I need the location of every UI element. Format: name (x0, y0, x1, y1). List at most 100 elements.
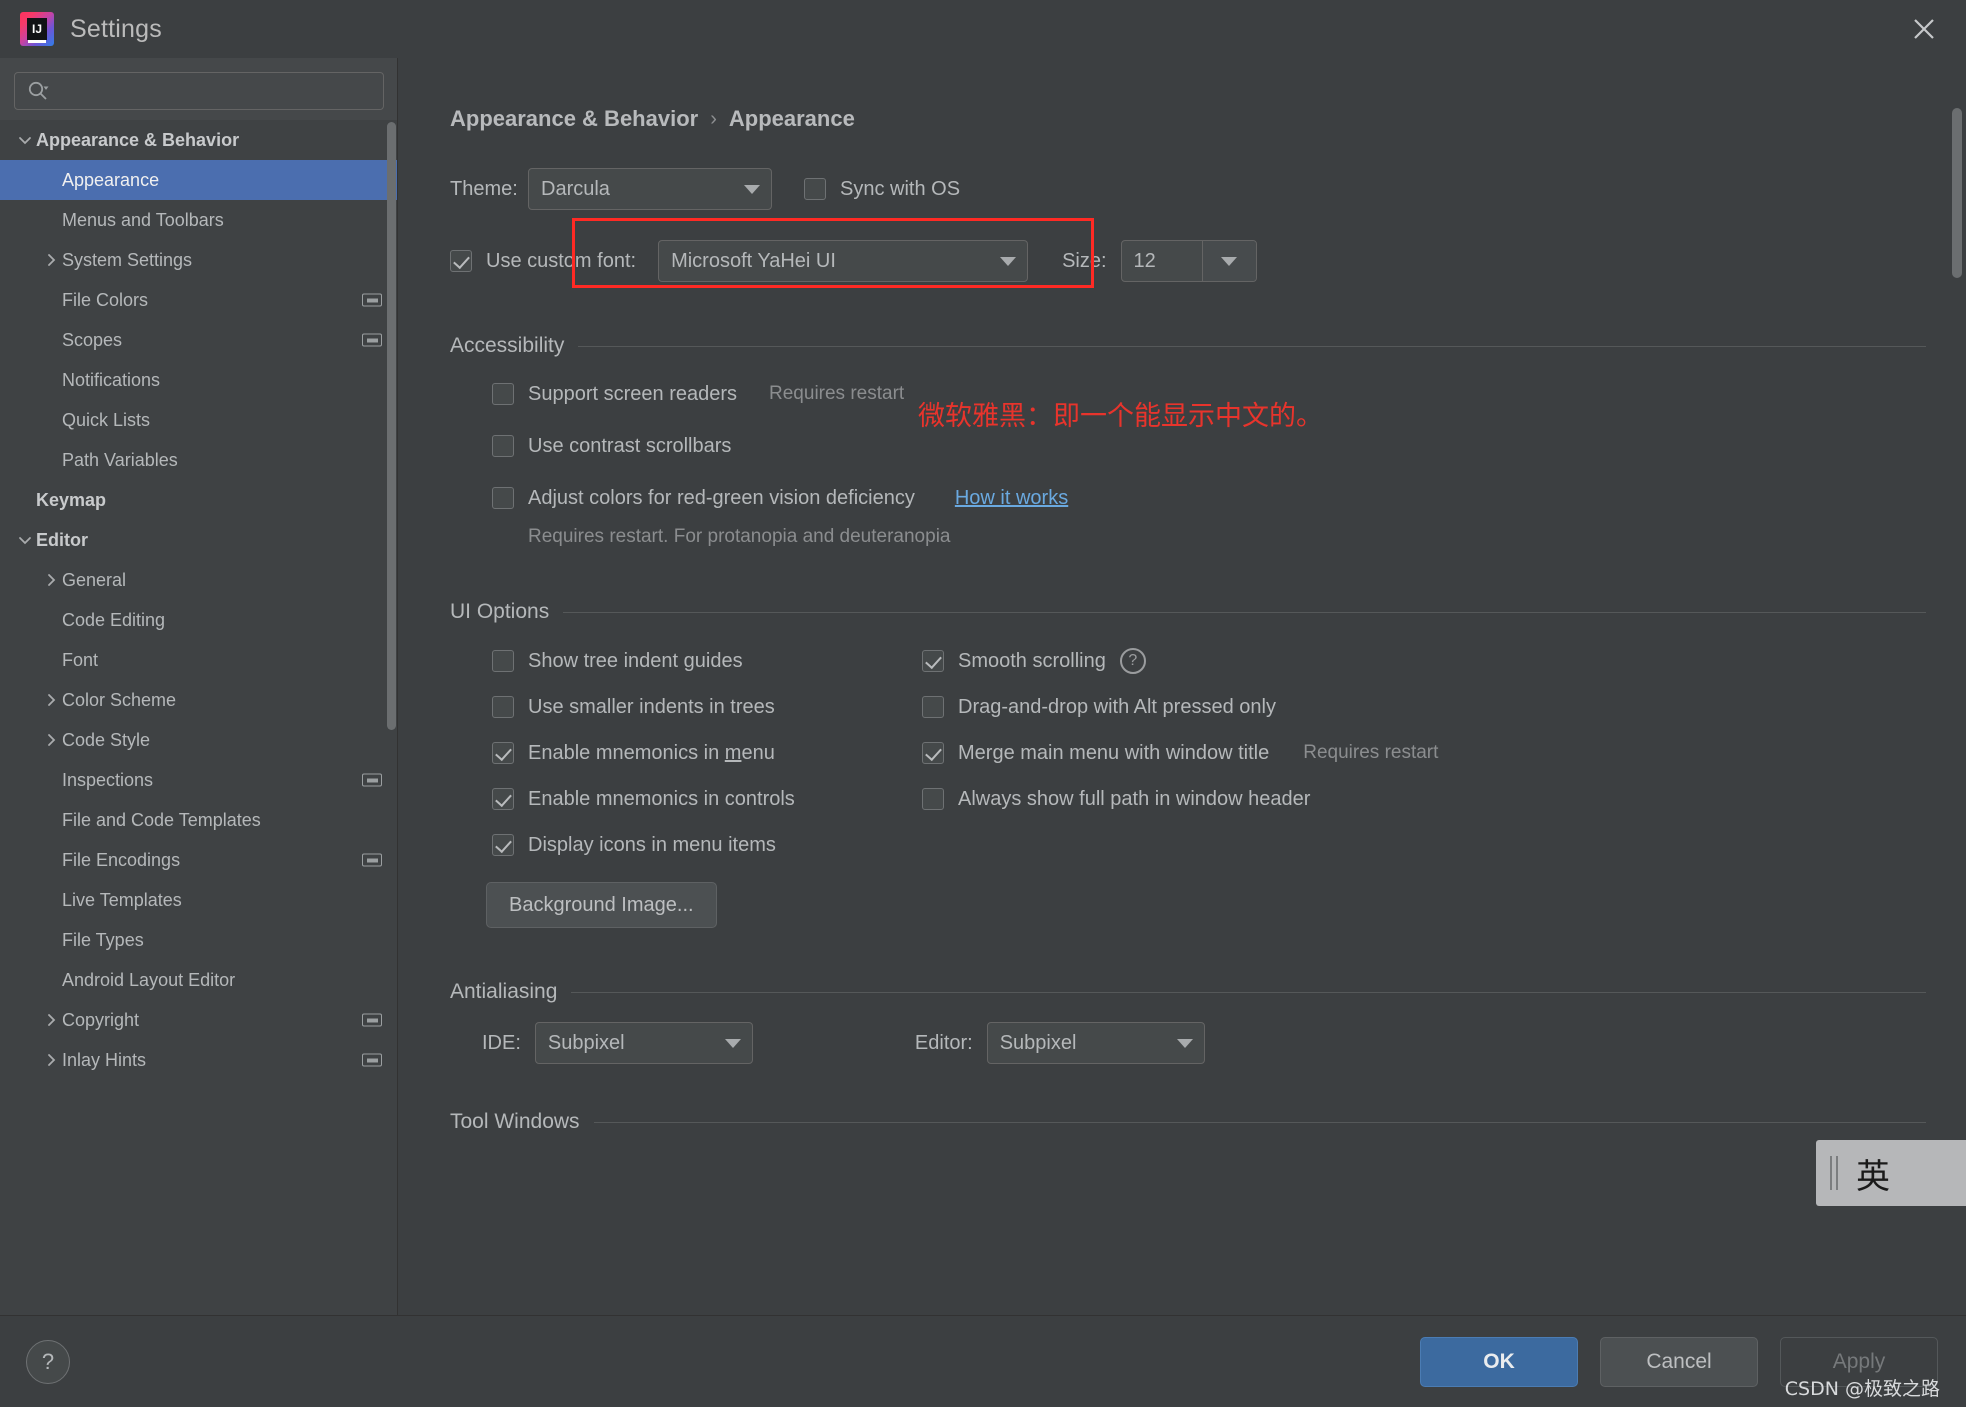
adjust-colors-row[interactable]: Adjust colors for red-green vision defic… (492, 472, 1926, 524)
use-custom-font-checkbox[interactable] (450, 250, 472, 272)
search-input[interactable] (49, 82, 375, 100)
enable-mnemonics-controls-checkbox[interactable] (492, 788, 514, 810)
sidebar-item-appearance-behavior[interactable]: Appearance & Behavior (0, 120, 398, 160)
chevron-right-icon[interactable] (40, 1012, 62, 1028)
custom-font-select[interactable]: Microsoft YaHei UI (658, 240, 1029, 282)
sidebar-item-system-settings[interactable]: System Settings (0, 240, 398, 280)
sidebar-item-label: General (62, 569, 127, 590)
support-screen-readers-checkbox[interactable] (492, 383, 514, 405)
sidebar-item-file-types[interactable]: File Types (0, 920, 398, 960)
drag-handle-icon[interactable] (1830, 1156, 1838, 1190)
watermark: CSDN @极致之路 (1784, 1378, 1940, 1400)
sidebar-item-android-layout-editor[interactable]: Android Layout Editor (0, 960, 398, 1000)
sync-with-os-row[interactable]: Sync with OS (804, 178, 960, 201)
ime-mode-label[interactable]: 英 (1856, 1149, 1890, 1198)
display-icons-menu-checkbox[interactable] (492, 834, 514, 856)
drag-and-drop-alt-checkbox[interactable] (922, 696, 944, 718)
ide-antialiasing-select[interactable]: Subpixel (534, 1022, 753, 1064)
enable-mnemonics-menu-checkbox[interactable] (492, 742, 514, 764)
enable-mnemonics-menu-row[interactable]: Enable mnemonics in menu (492, 730, 922, 776)
sidebar-scrollbar-thumb[interactable] (387, 122, 396, 730)
tool-windows-section-header: Tool Windows (450, 1110, 1926, 1134)
sidebar-item-color-scheme[interactable]: Color Scheme (0, 680, 398, 720)
adjust-colors-checkbox[interactable] (492, 487, 514, 509)
chevron-right-icon[interactable] (40, 732, 62, 748)
merge-main-menu-row[interactable]: Merge main menu with window title Requir… (922, 730, 1926, 776)
config-badge-icon (362, 1053, 382, 1067)
ime-language-bar[interactable]: 英 (1816, 1140, 1966, 1206)
theme-label: Theme: (450, 177, 518, 200)
sidebar-item-general[interactable]: General (0, 560, 398, 600)
sidebar-item-label: Notifications (62, 369, 161, 390)
sidebar-item-path-variables[interactable]: Path Variables (0, 440, 398, 480)
help-icon[interactable]: ? (26, 1339, 70, 1384)
how-it-works-link[interactable]: How it works (955, 487, 1068, 510)
dialog-body: Appearance & Behavior Appearance Menus and… (0, 58, 1966, 1315)
close-icon[interactable] (1904, 9, 1944, 49)
chevron-down-icon[interactable] (14, 132, 36, 148)
chevron-right-icon[interactable] (40, 692, 62, 708)
drag-and-drop-alt-row[interactable]: Drag-and-drop with Alt pressed only (922, 684, 1926, 730)
cancel-button[interactable]: Cancel (1600, 1336, 1758, 1387)
breadcrumb-root[interactable]: Appearance & Behavior (450, 106, 698, 132)
sidebar-item-label: Android Layout Editor (62, 969, 236, 990)
sidebar-item-menus-and-toolbars[interactable]: Menus and Toolbars (0, 200, 398, 240)
sidebar-item-file-and-code-templates[interactable]: File and Code Templates (0, 800, 398, 840)
sidebar-item-scopes[interactable]: Scopes (0, 320, 398, 360)
sidebar-item-code-style[interactable]: Code Style (0, 720, 398, 760)
chevron-down-icon[interactable] (14, 532, 36, 548)
breadcrumb-separator-icon: › (710, 107, 717, 130)
help-icon[interactable]: ? (1119, 648, 1146, 674)
background-image-button[interactable]: Background Image... (486, 882, 717, 928)
use-contrast-scrollbars-checkbox[interactable] (492, 435, 514, 457)
window-title: Settings (70, 14, 162, 43)
theme-select[interactable]: Darcula (528, 168, 772, 210)
ok-button[interactable]: OK (1420, 1336, 1578, 1387)
config-badge-icon (362, 1013, 382, 1027)
sidebar-item-keymap[interactable]: Keymap (0, 480, 398, 520)
sync-with-os-checkbox[interactable] (804, 178, 826, 200)
show-tree-indent-guides-checkbox[interactable] (492, 650, 514, 672)
chevron-down-icon[interactable] (1201, 241, 1256, 281)
enable-mnemonics-controls-row[interactable]: Enable mnemonics in controls (492, 776, 922, 822)
show-tree-indent-guides-row[interactable]: Show tree indent guides (492, 638, 922, 684)
font-size-stepper[interactable]: 12 (1120, 240, 1257, 282)
chevron-down-icon (733, 184, 771, 194)
settings-tree[interactable]: Appearance & Behavior Appearance Menus and… (0, 120, 398, 1315)
editor-antialiasing-select[interactable]: Subpixel (986, 1022, 1205, 1064)
sidebar-item-notifications[interactable]: Notifications (0, 360, 398, 400)
sidebar-item-copyright[interactable]: Copyright (0, 1000, 398, 1040)
use-smaller-indents-row[interactable]: Use smaller indents in trees (492, 684, 922, 730)
sidebar-item-file-colors[interactable]: File Colors (0, 280, 398, 320)
sidebar-item-label: Editor (36, 529, 88, 550)
always-show-full-path-row[interactable]: Always show full path in window header (922, 776, 1926, 822)
sidebar-item-label: File Colors (62, 289, 149, 310)
smooth-scrolling-checkbox[interactable] (922, 650, 944, 672)
search-box[interactable] (14, 72, 384, 110)
sidebar-item-code-editing[interactable]: Code Editing (0, 600, 398, 640)
sidebar-item-appearance[interactable]: Appearance (0, 160, 398, 200)
sidebar-item-file-encodings[interactable]: File Encodings (0, 840, 398, 880)
breadcrumb-leaf: Appearance (728, 106, 855, 131)
main-scrollbar-thumb[interactable] (1952, 108, 1962, 278)
sidebar-item-quick-lists[interactable]: Quick Lists (0, 400, 398, 440)
sidebar-item-font[interactable]: Font (0, 640, 398, 680)
display-icons-menu-row[interactable]: Display icons in menu items (492, 822, 922, 868)
sidebar-item-label: Font (62, 649, 99, 670)
sidebar-item-label: Live Templates (62, 889, 182, 910)
sidebar-item-inlay-hints[interactable]: Inlay Hints (0, 1040, 398, 1080)
theme-value: Darcula (541, 177, 610, 200)
chevron-right-icon[interactable] (40, 1052, 62, 1068)
chevron-right-icon[interactable] (40, 252, 62, 268)
use-custom-font-row[interactable]: Use custom font: (450, 250, 636, 273)
always-show-full-path-checkbox[interactable] (922, 788, 944, 810)
search-area (0, 58, 398, 120)
merge-main-menu-checkbox[interactable] (922, 742, 944, 764)
chevron-right-icon[interactable] (40, 572, 62, 588)
sidebar-item-inspections[interactable]: Inspections (0, 760, 398, 800)
use-smaller-indents-checkbox[interactable] (492, 696, 514, 718)
sidebar-item-editor[interactable]: Editor (0, 520, 398, 560)
chinese-annotation: 微软雅黑：即一个能显示中文的。 (918, 401, 1323, 432)
smooth-scrolling-row[interactable]: Smooth scrolling ? (922, 638, 1926, 684)
sidebar-item-live-templates[interactable]: Live Templates (0, 880, 398, 920)
